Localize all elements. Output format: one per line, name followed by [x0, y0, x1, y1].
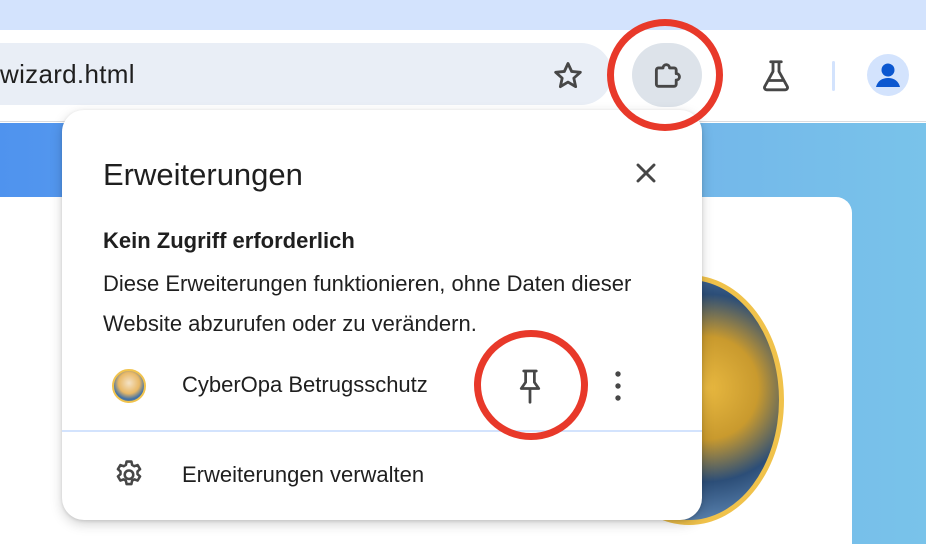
section-description: Diese Erweiterungen funktionieren, ohne …	[103, 271, 632, 336]
manage-extensions-label[interactable]: Erweiterungen verwalten	[182, 462, 424, 488]
extensions-button-highlight	[607, 19, 723, 131]
manage-extensions-item[interactable]: Erweiterungen verwalten	[62, 446, 702, 504]
address-bar[interactable]: wizard.html	[0, 43, 612, 105]
gear-icon	[116, 460, 142, 486]
extension-logo-icon	[112, 369, 146, 403]
popup-divider	[62, 430, 702, 432]
flask-icon[interactable]	[758, 57, 794, 95]
browser-toolbar: wizard.html	[0, 30, 926, 122]
close-icon[interactable]	[630, 157, 662, 189]
extensions-popup: Erweiterungen Kein Zugriff erforderlich …	[62, 110, 702, 520]
extension-item[interactable]: CyberOpa Betrugsschutz	[62, 356, 702, 416]
extension-name[interactable]: CyberOpa Betrugsschutz	[182, 372, 428, 398]
more-options-icon[interactable]	[607, 368, 629, 404]
profile-avatar[interactable]	[867, 54, 909, 96]
tab-strip	[0, 0, 926, 30]
url-text[interactable]: wizard.html	[0, 43, 135, 105]
toolbar-divider	[832, 61, 835, 91]
person-icon	[876, 63, 900, 87]
star-icon[interactable]	[551, 59, 585, 93]
section-heading: Kein Zugriff erforderlich	[103, 228, 355, 253]
pin-button-highlight	[474, 330, 588, 440]
popup-title: Erweiterungen	[103, 157, 303, 192]
